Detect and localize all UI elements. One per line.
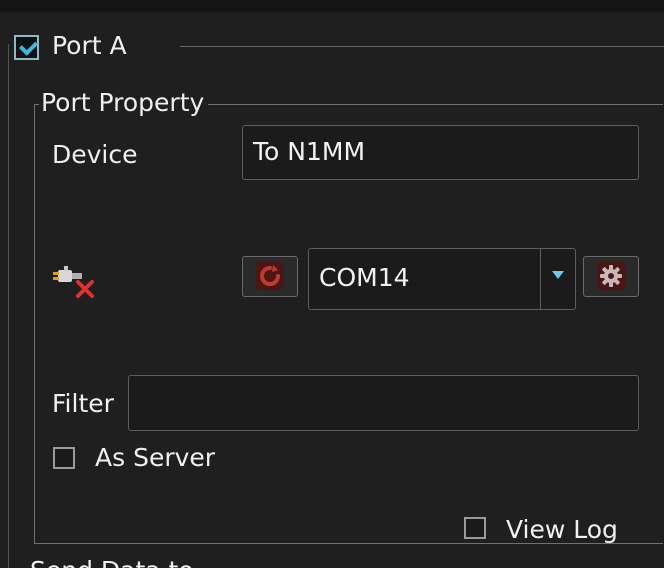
- combo-divider: [540, 249, 541, 309]
- top-strip: [0, 0, 664, 12]
- port-a-group-border: [8, 44, 9, 568]
- chevron-down-icon[interactable]: [552, 271, 564, 279]
- port-a-group-divider: [180, 46, 664, 47]
- refresh-icon: [256, 262, 284, 290]
- com-port-select[interactable]: COM14: [308, 248, 576, 310]
- view-log-checkbox[interactable]: [464, 517, 486, 539]
- send-data-section-title: Send Data to: [30, 556, 194, 568]
- as-server-label[interactable]: As Server: [95, 443, 215, 473]
- port-settings-panel: Port A Port Property Device To N1MM COM1…: [0, 0, 664, 568]
- filter-input[interactable]: [128, 375, 639, 431]
- refresh-ports-button[interactable]: [242, 256, 298, 297]
- port-a-enable-checkbox[interactable]: [14, 35, 39, 60]
- plug-disconnected-icon: [53, 266, 94, 298]
- port-settings-button[interactable]: [583, 256, 639, 297]
- device-label: Device: [52, 140, 138, 169]
- view-log-label[interactable]: View Log: [506, 515, 618, 545]
- as-server-checkbox[interactable]: [53, 447, 75, 469]
- port-property-legend: Port Property: [39, 88, 209, 118]
- port-a-title[interactable]: Port A: [52, 31, 127, 61]
- checkmark-icon: [19, 36, 39, 56]
- device-field[interactable]: To N1MM: [242, 125, 639, 180]
- filter-label: Filter: [52, 389, 114, 418]
- gear-icon: [597, 262, 625, 290]
